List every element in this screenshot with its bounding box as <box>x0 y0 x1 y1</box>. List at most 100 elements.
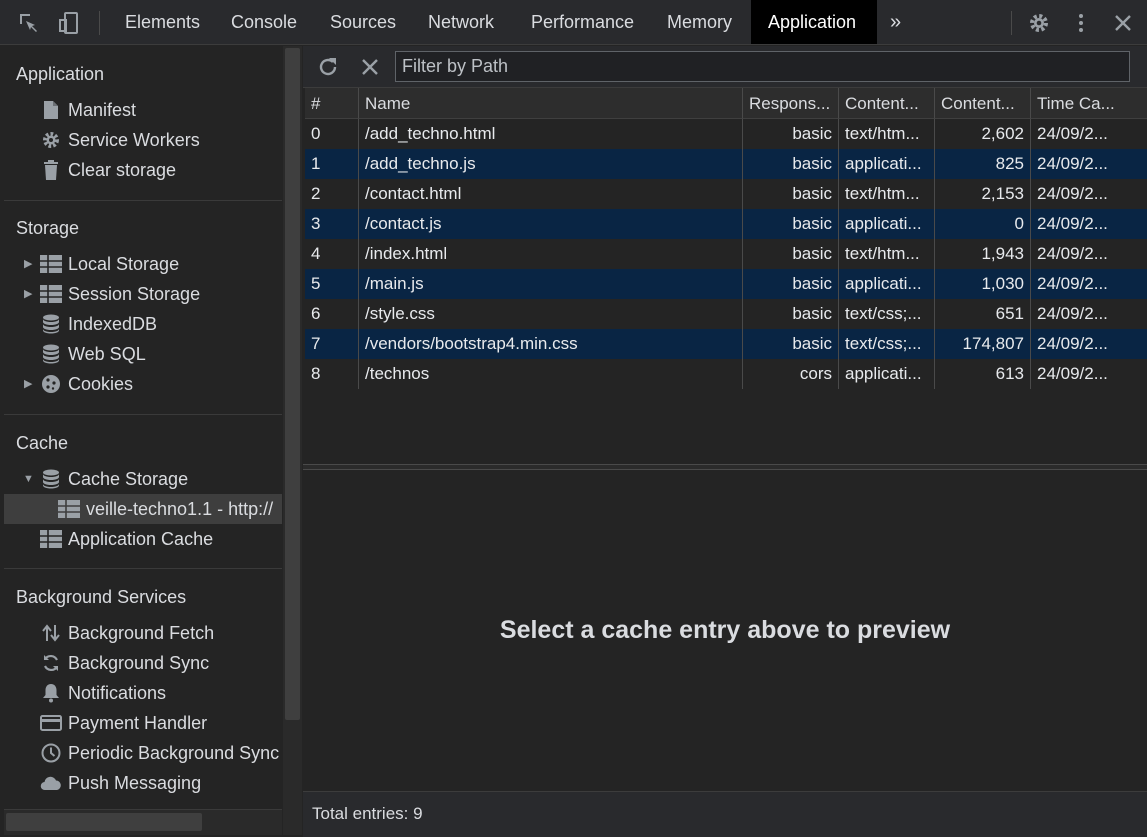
sidebar-horizontal-scrollbar[interactable] <box>4 809 282 835</box>
column-header-time-cached[interactable]: Time Ca... <box>1031 88 1147 119</box>
expand-arrow-icon[interactable]: ▶ <box>24 249 32 279</box>
table-row[interactable]: 7 /vendors/bootstrap4.min.css basic text… <box>305 329 1147 359</box>
cell-index: 8 <box>305 359 359 389</box>
database-icon <box>40 314 62 334</box>
table-row[interactable]: 8 /technos cors applicati... 613 24/09/2… <box>305 359 1147 389</box>
tab-console[interactable]: Console <box>214 0 314 44</box>
table-row[interactable]: 2 /contact.html basic text/htm... 2,153 … <box>305 179 1147 209</box>
scrollbar-thumb[interactable] <box>6 813 202 831</box>
device-toggle-icon[interactable] <box>56 10 82 36</box>
tab-memory[interactable]: Memory <box>650 0 749 44</box>
more-tabs-button[interactable]: » <box>873 0 918 44</box>
sidebar-item-clear-storage[interactable]: Clear storage <box>4 155 282 185</box>
cache-entries-table: # Name Respons... Content... Content... … <box>305 88 1147 464</box>
column-header-content-length[interactable]: Content... <box>935 88 1031 119</box>
sidebar-item-background-fetch[interactable]: Background Fetch <box>4 618 282 648</box>
column-header-content-type[interactable]: Content... <box>839 88 935 119</box>
bell-icon <box>40 683 62 703</box>
column-header-response-type[interactable]: Respons... <box>743 88 839 119</box>
sidebar-item-session-storage[interactable]: ▶ Session Storage <box>4 279 282 309</box>
cell-time-cached: 24/09/2... <box>1037 214 1108 233</box>
cloud-icon <box>40 773 62 793</box>
sync-icon <box>40 653 62 673</box>
sidebar-item-notifications[interactable]: Notifications <box>4 678 282 708</box>
table-row[interactable]: 5 /main.js basic applicati... 1,030 24/0… <box>305 269 1147 299</box>
toolbar-separator <box>1011 11 1012 35</box>
settings-gear-icon[interactable] <box>1026 10 1052 36</box>
section-title-storage: Storage <box>16 218 80 238</box>
cell-content-length: 1,030 <box>935 269 1031 299</box>
cell-time-cached: 24/09/2... <box>1037 334 1108 353</box>
cell-content-type: applicati... <box>839 209 935 239</box>
cell-index: 1 <box>305 149 359 179</box>
tab-application[interactable]: Application <box>751 0 877 44</box>
application-sidebar: Application Manifest Service Workers Cle… <box>4 46 282 808</box>
sidebar-item-cache-storage[interactable]: ▼ Cache Storage <box>4 464 282 494</box>
cell-index: 0 <box>305 119 359 149</box>
sidebar-item-push-messaging[interactable]: Push Messaging <box>4 768 282 798</box>
table-row[interactable]: 1 /add_techno.js basic applicati... 825 … <box>305 149 1147 179</box>
cookie-icon <box>40 374 62 394</box>
sidebar-item-web-sql[interactable]: Web SQL <box>4 339 282 369</box>
column-header-name[interactable]: Name <box>359 88 743 119</box>
cell-content-type: text/css;... <box>839 299 935 329</box>
cell-content-length: 1,943 <box>935 239 1031 269</box>
cell-response-type: basic <box>743 239 839 269</box>
close-icon[interactable] <box>1110 10 1136 36</box>
kebab-menu-icon[interactable] <box>1068 10 1094 36</box>
table-icon <box>40 254 62 274</box>
expand-arrow-icon[interactable]: ▶ <box>24 369 32 399</box>
inspect-element-icon[interactable] <box>16 10 42 36</box>
section-divider <box>4 568 282 569</box>
sidebar-item-local-storage[interactable]: ▶ Local Storage <box>4 249 282 279</box>
cell-name: /index.html <box>359 239 743 269</box>
filter-path-input[interactable] <box>395 51 1130 82</box>
cell-index: 4 <box>305 239 359 269</box>
cell-content-type: text/htm... <box>839 239 935 269</box>
sidebar-item-cache-veille-techno[interactable]: veille-techno1.1 - http:// <box>4 494 282 524</box>
table-row[interactable]: 4 /index.html basic text/htm... 1,943 24… <box>305 239 1147 269</box>
cache-storage-view: # Name Respons... Content... Content... … <box>303 46 1147 837</box>
cell-content-length: 613 <box>935 359 1031 389</box>
cell-response-type: basic <box>743 209 839 239</box>
devtools-toolbar: Elements Console Sources Network Perform… <box>0 0 1147 45</box>
cell-content-length: 0 <box>935 209 1031 239</box>
sidebar-item-payment-handler[interactable]: Payment Handler <box>4 708 282 738</box>
sidebar-item-periodic-background-sync[interactable]: Periodic Background Sync <box>4 738 282 768</box>
cell-response-type: basic <box>743 299 839 329</box>
cell-time-cached: 24/09/2... <box>1037 304 1108 323</box>
sidebar-item-service-workers[interactable]: Service Workers <box>4 125 282 155</box>
sidebar-item-application-cache[interactable]: Application Cache <box>4 524 282 554</box>
document-icon <box>40 100 62 120</box>
scrollbar-thumb[interactable] <box>285 48 300 720</box>
cell-content-type: applicati... <box>839 149 935 179</box>
table-row[interactable]: 6 /style.css basic text/css;... 651 24/0… <box>305 299 1147 329</box>
tab-elements[interactable]: Elements <box>108 0 217 44</box>
cell-response-type: basic <box>743 329 839 359</box>
sidebar-item-background-sync[interactable]: Background Sync <box>4 648 282 678</box>
refresh-icon[interactable] <box>315 54 341 80</box>
collapse-arrow-icon[interactable]: ▼ <box>23 464 34 494</box>
status-bar: Total entries: 9 <box>303 791 1147 837</box>
cell-name: /vendors/bootstrap4.min.css <box>359 329 743 359</box>
sidebar-vertical-scrollbar[interactable] <box>283 46 302 835</box>
sidebar-item-manifest[interactable]: Manifest <box>4 95 282 125</box>
sidebar-item-cookies[interactable]: ▶ Cookies <box>4 369 282 399</box>
total-entries-label: Total entries: 9 <box>312 804 423 823</box>
tab-network[interactable]: Network <box>411 0 511 44</box>
cell-content-type: text/htm... <box>839 119 935 149</box>
delete-selected-icon[interactable] <box>357 54 383 80</box>
cell-name: /add_techno.js <box>359 149 743 179</box>
cell-index: 3 <box>305 209 359 239</box>
tab-performance[interactable]: Performance <box>514 0 651 44</box>
sidebar-item-indexeddb[interactable]: IndexedDB <box>4 309 282 339</box>
table-row[interactable]: 0 /add_techno.html basic text/htm... 2,6… <box>305 119 1147 149</box>
tab-sources[interactable]: Sources <box>313 0 413 44</box>
up-down-arrows-icon <box>40 623 62 643</box>
gear-icon <box>40 130 62 150</box>
section-divider <box>4 200 282 201</box>
expand-arrow-icon[interactable]: ▶ <box>24 279 32 309</box>
column-header-index[interactable]: # <box>305 88 359 119</box>
table-row[interactable]: 3 /contact.js basic applicati... 0 24/09… <box>305 209 1147 239</box>
cell-index: 2 <box>305 179 359 209</box>
